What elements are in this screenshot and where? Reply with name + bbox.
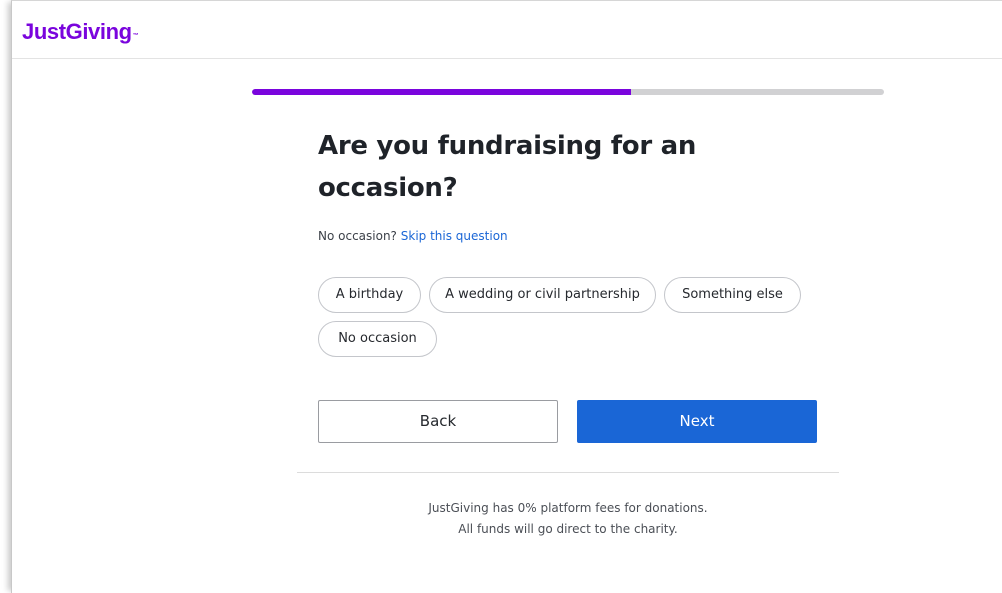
option-birthday[interactable]: A birthday (318, 277, 421, 313)
skip-question-link[interactable]: Skip this question (401, 229, 508, 243)
fees-line-1: JustGiving has 0% platform fees for dona… (428, 501, 708, 515)
option-something-else[interactable]: Something else (664, 277, 801, 313)
progress-bar-fill (252, 89, 632, 95)
option-wedding-or-civil-partnership[interactable]: A wedding or civil partnership (429, 277, 656, 313)
progress-bar (252, 89, 884, 95)
page-title: Are you fundraising for an occasion? (318, 131, 697, 203)
skip-prefix: No occasion? (318, 229, 397, 243)
trademark-icon: ™ (132, 33, 139, 39)
logo-text: JustGiving (22, 19, 132, 44)
option-no-occasion[interactable]: No occasion (318, 321, 437, 357)
fees-line-2: All funds will go direct to the charity. (458, 522, 678, 536)
desktop-background (0, 0, 11, 592)
skip-prompt: No occasion? Skip this question (318, 229, 508, 243)
next-button[interactable]: Next (577, 400, 817, 443)
platform-fees-note: JustGiving has 0% platform fees for dona… (297, 498, 839, 540)
back-button[interactable]: Back (318, 400, 558, 443)
site-header: JustGiving™ (12, 1, 1002, 59)
browser-window: JustGiving™ Are you fundraising for an o… (11, 0, 1002, 593)
justgiving-logo[interactable]: JustGiving™ (22, 19, 139, 45)
divider (297, 472, 839, 473)
